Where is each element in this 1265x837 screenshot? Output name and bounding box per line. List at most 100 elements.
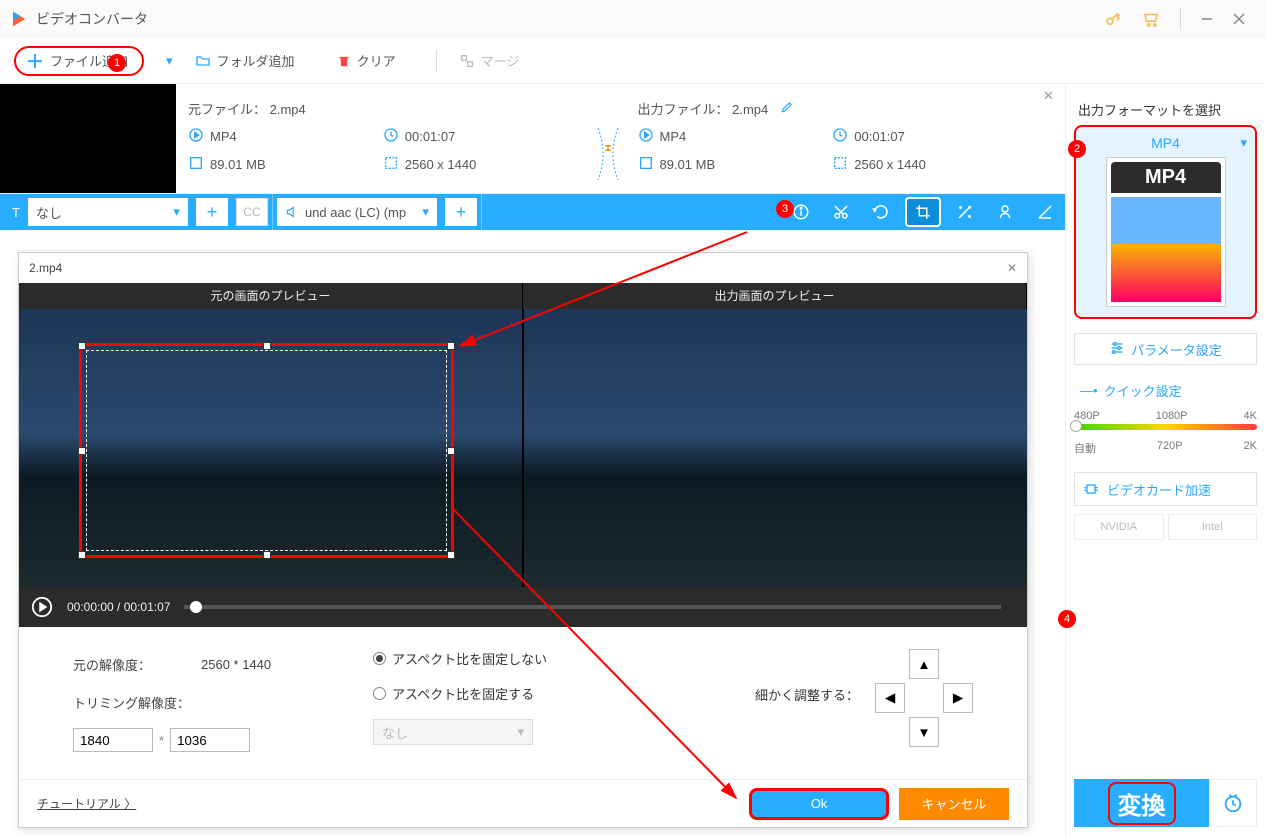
enhance-button[interactable] [1025, 194, 1065, 230]
output-format-title: 出力フォーマットを選択 [1078, 100, 1253, 119]
remove-file-button[interactable]: ✕ [1039, 84, 1065, 193]
crop-handle[interactable] [263, 342, 271, 350]
effects-button[interactable] [945, 194, 985, 230]
convert-button[interactable]: 変換 [1074, 779, 1209, 827]
annotation-badge-4: 4 [1058, 610, 1076, 628]
aspect-lock-radio[interactable]: アスペクト比を固定する [373, 684, 534, 703]
dialog-close-button[interactable]: ✕ [1007, 261, 1017, 275]
caret-down-icon: ▾ [173, 204, 180, 220]
slider-knob[interactable] [1070, 420, 1082, 432]
add-subtitle-button[interactable]: + [196, 198, 228, 226]
dst-format: MP4 [660, 129, 687, 144]
schedule-button[interactable] [1209, 779, 1257, 827]
nudge-up-button[interactable]: ▲ [909, 649, 939, 679]
size-icon [188, 155, 204, 174]
crop-handle[interactable] [78, 551, 86, 559]
cc-button[interactable]: CC [236, 198, 268, 226]
trim-width-input[interactable] [73, 728, 153, 752]
time-total: 00:01:07 [124, 600, 171, 614]
aspect-lock-label: アスペクト比を固定する [392, 684, 534, 703]
preview-head-dst: 出力画面のプレビュー [523, 283, 1027, 309]
multiply-symbol: * [159, 733, 164, 748]
right-panel: 出力フォーマットを選択 ▾ MP4 MP4 パラメータ設定 —•クイック設定 4… [1065, 84, 1265, 837]
crop-button[interactable] [905, 197, 941, 227]
output-preview [522, 309, 1027, 587]
caret-down-icon: ▾ [422, 204, 429, 220]
output-format-selector[interactable]: ▾ MP4 MP4 [1074, 125, 1257, 319]
clear-button[interactable]: クリア [325, 46, 408, 76]
key-icon[interactable] [1102, 8, 1124, 30]
trim-height-input[interactable] [170, 728, 250, 752]
crop-dialog: 2.mp4 ✕ 元の画面のプレビュー 出力画面のプレビュー [18, 252, 1028, 828]
folder-icon [195, 53, 211, 69]
preview-head-src: 元の画面のプレビュー [19, 283, 523, 309]
ok-button[interactable]: Ok [749, 788, 889, 820]
file-thumbnail [0, 84, 176, 193]
add-audio-button[interactable]: + [445, 198, 477, 226]
conversion-arrow-icon [590, 84, 626, 193]
param-settings-button[interactable]: パラメータ設定 [1074, 333, 1257, 365]
src-resolution: 2560 x 1440 [405, 157, 477, 172]
minimize-button[interactable] [1191, 3, 1223, 35]
add-folder-button[interactable]: フォルダ追加 [183, 46, 307, 76]
audio-track-select[interactable]: und aac (LC) (mp ▾ [277, 198, 437, 226]
seek-knob[interactable] [190, 601, 202, 613]
nudge-right-button[interactable]: ▶ [943, 683, 973, 713]
caret-down-icon: ▾ [1240, 135, 1247, 151]
quality-slider[interactable] [1074, 424, 1257, 430]
crop-handle[interactable] [447, 551, 455, 559]
crop-handle[interactable] [263, 551, 271, 559]
watermark-button[interactable] [985, 194, 1025, 230]
arrow-pad: ▲ ◀ ▶ ▼ [875, 649, 973, 747]
merge-button: マージ [447, 46, 532, 76]
sliders-icon [1109, 340, 1125, 359]
dst-header: 出力ファイル： 2.mp4 [638, 99, 769, 118]
cancel-button[interactable]: キャンセル [899, 788, 1009, 820]
dst-duration: 00:01:07 [854, 129, 905, 144]
format-icon [188, 127, 204, 146]
speaker-icon [285, 205, 299, 219]
intel-badge: Intel [1168, 514, 1258, 540]
rotate-button[interactable] [861, 194, 901, 230]
clock-icon [832, 127, 848, 146]
resolution-icon [383, 155, 399, 174]
src-header: 元ファイル： 2.mp4 [188, 99, 306, 118]
action-strip: T なし ▾ + CC und aac (LC) (mp ▾ + [0, 194, 1065, 230]
gpu-accel-label: ビデオカード加速 [1107, 480, 1211, 499]
aspect-free-radio[interactable]: アスペクト比を固定しない [373, 649, 547, 668]
gpu-accel-button[interactable]: ビデオカード加速 [1074, 472, 1257, 506]
cart-icon[interactable] [1140, 8, 1162, 30]
edit-filename-icon[interactable] [780, 100, 794, 117]
add-file-caret-icon[interactable]: ▾ [166, 53, 173, 69]
nudge-down-button[interactable]: ▼ [909, 717, 939, 747]
crop-handle[interactable] [78, 447, 86, 455]
close-button[interactable] [1223, 3, 1255, 35]
app-title: ビデオコンバータ [36, 9, 148, 29]
fine-adjust-label: 細かく調整する： [755, 685, 859, 704]
subtitle-select[interactable]: なし ▾ [28, 198, 188, 226]
play-button[interactable] [31, 596, 53, 618]
time-current: 00:00:00 [67, 600, 114, 614]
src-format: MP4 [210, 129, 237, 144]
app-logo-icon [10, 10, 28, 28]
tutorial-link[interactable]: チュートリアル 〉 [37, 795, 136, 812]
crop-handle[interactable] [78, 342, 86, 350]
seek-bar[interactable] [184, 605, 1001, 609]
chip-icon [1083, 481, 1099, 497]
output-format-name: MP4 [1151, 135, 1180, 151]
src-duration: 00:01:07 [405, 129, 456, 144]
dst-size: 89.01 MB [660, 157, 716, 172]
param-settings-label: パラメータ設定 [1131, 340, 1222, 359]
annotation-badge-2: 2 [1068, 140, 1086, 158]
plus-icon: ＋ [26, 48, 44, 74]
file-card: 元ファイル： 2.mp4 MP4 00:01:07 89.01 MB 2560 … [0, 84, 1065, 194]
titlebar: ビデオコンバータ [0, 0, 1265, 38]
cut-button[interactable] [821, 194, 861, 230]
aspect-ratio-select: なし▾ [373, 719, 533, 745]
subtitle-value: なし [36, 203, 62, 222]
crop-handle[interactable] [447, 342, 455, 350]
crop-handle[interactable] [447, 447, 455, 455]
source-preview[interactable] [19, 309, 522, 587]
nudge-left-button[interactable]: ◀ [875, 683, 905, 713]
crop-rectangle[interactable] [79, 343, 454, 558]
